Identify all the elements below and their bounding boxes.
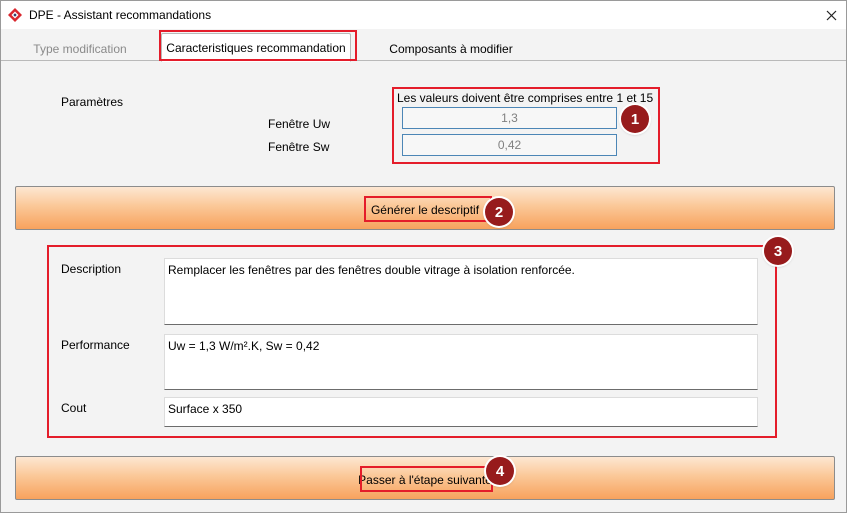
assistant-window: DPE - Assistant recommandations Type mod… [0, 0, 847, 513]
app-logo-icon [8, 8, 22, 22]
fenetre-uw-label: Fenêtre Uw [268, 117, 331, 131]
parametres-label: Paramètres [61, 95, 124, 109]
fenetre-uw-input[interactable]: 1,3 [402, 107, 617, 129]
next-step-label: Passer à l'étape suivante [358, 473, 492, 487]
next-step-button[interactable]: Passer à l'étape suivante [15, 456, 835, 500]
window-title: DPE - Assistant recommandations [29, 8, 212, 22]
description-textarea[interactable]: Remplacer les fenêtres par des fenêtres … [164, 258, 758, 325]
description-label: Description [61, 262, 122, 276]
fenetre-sw-input[interactable]: 0,42 [402, 134, 617, 156]
performance-textarea[interactable]: Uw = 1,3 W/m².K, Sw = 0,42 [164, 334, 758, 390]
title-bar: DPE - Assistant recommandations [1, 1, 846, 29]
performance-label: Performance [61, 338, 130, 352]
cout-label: Cout [61, 401, 87, 415]
step-badge-2: 2 [485, 198, 513, 226]
tab-strip: Type modification Caracteristiques recom… [1, 29, 846, 62]
step-badge-1: 1 [621, 105, 649, 133]
tab-composants-a-modifier[interactable]: Composants à modifier [356, 36, 546, 61]
close-button[interactable] [816, 1, 846, 29]
close-icon [826, 10, 836, 20]
generate-descriptif-label: Générer le descriptif [370, 203, 480, 217]
step-badge-3: 3 [764, 237, 792, 265]
generate-descriptif-button[interactable]: Générer le descriptif [15, 186, 835, 230]
tab-type-modification[interactable]: Type modification [5, 36, 155, 61]
tab-content: Paramètres Les valeurs doivent être comp… [1, 61, 846, 512]
range-hint: Les valeurs doivent être comprises entre… [397, 91, 654, 105]
step-badge-4: 4 [486, 457, 514, 485]
cout-textarea[interactable]: Surface x 350 [164, 397, 758, 427]
fenetre-sw-label: Fenêtre Sw [268, 140, 330, 154]
tab-caracteristiques-recommandation[interactable]: Caracteristiques recommandation [161, 33, 351, 62]
